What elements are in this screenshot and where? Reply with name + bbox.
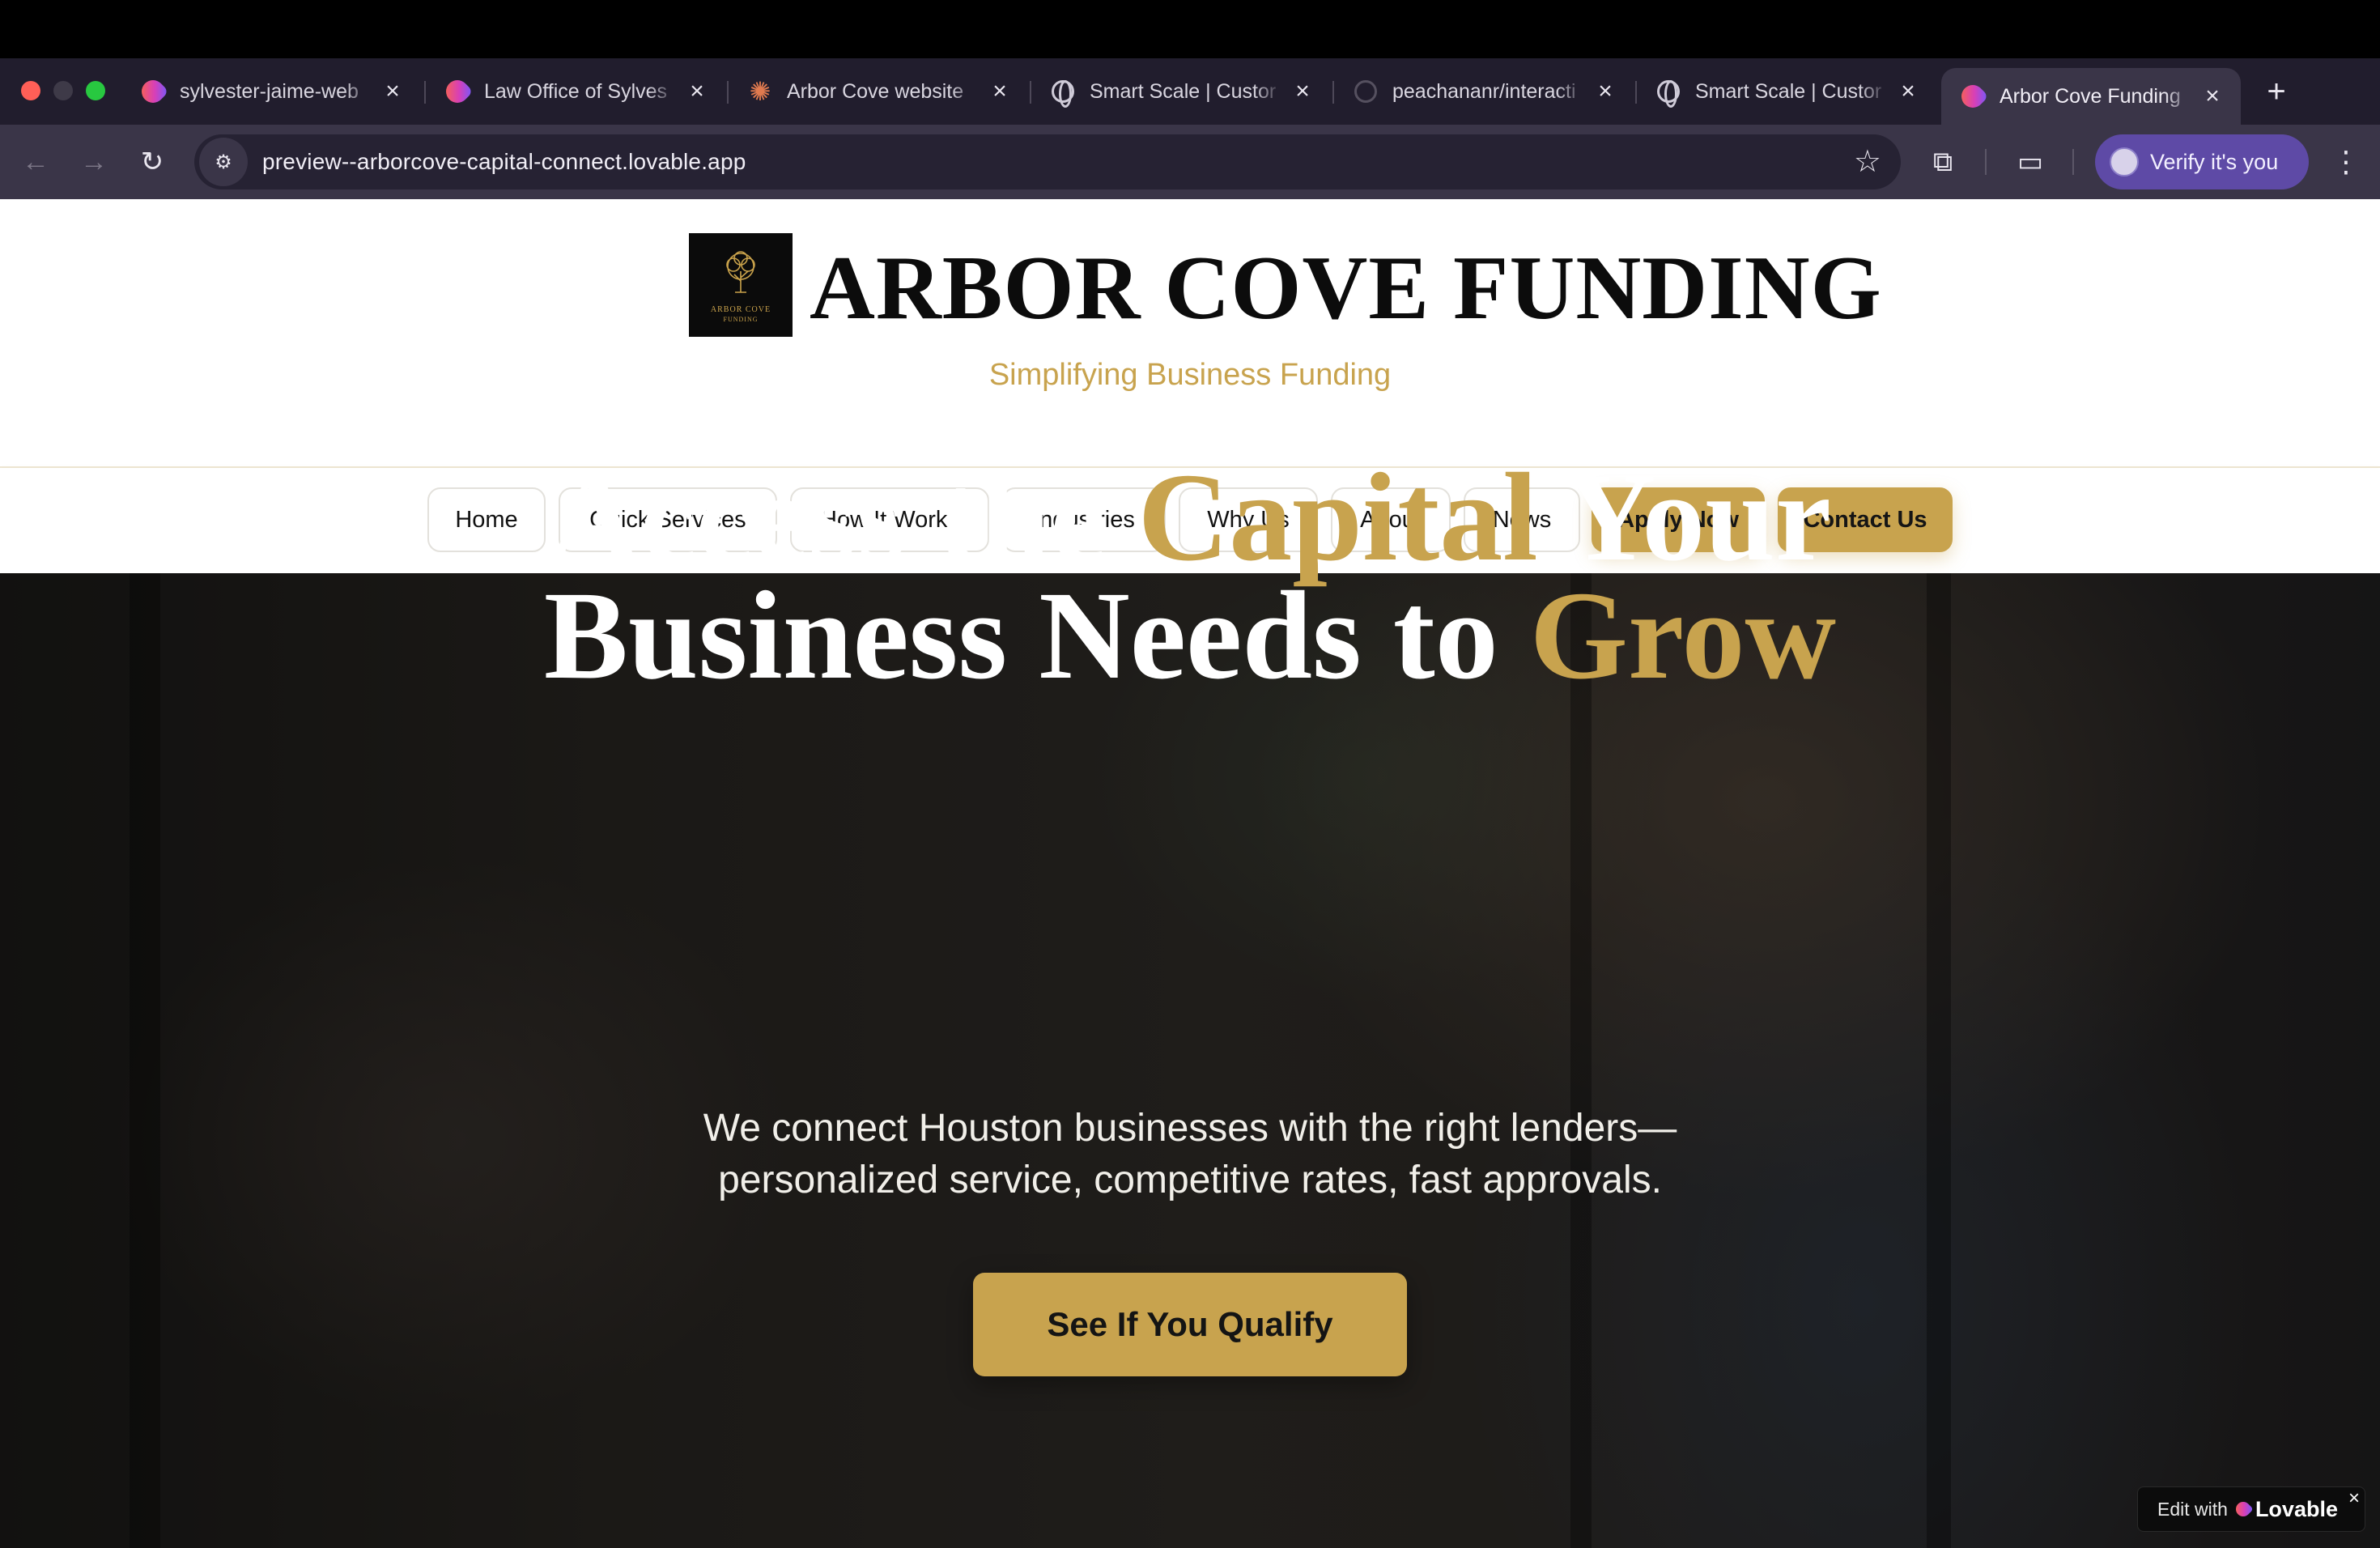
screen-top-strip xyxy=(0,0,2380,58)
globe-icon xyxy=(1656,79,1681,108)
lovable-heart-icon xyxy=(441,75,474,108)
profile-verify-button[interactable]: Verify it's you xyxy=(2095,134,2309,189)
browser-tab[interactable]: ✺ Arbor Cove website × xyxy=(729,68,1028,115)
forward-arrow-icon[interactable]: → xyxy=(74,142,113,181)
tab-title: Smart Scale | Custor xyxy=(1090,79,1277,103)
site-header: ARBOR COVE FUNDING ARBOR COVE FUNDING Si… xyxy=(0,199,2380,466)
lovable-heart-icon xyxy=(137,75,169,108)
logo-subtext: FUNDING xyxy=(723,316,759,323)
badge-close-icon[interactable]: × xyxy=(2348,1489,2360,1508)
bookmark-star-icon[interactable]: ☆ xyxy=(1854,144,1881,180)
browser-menu-icon[interactable]: ⋮ xyxy=(2331,142,2361,181)
profile-verify-label: Verify it's you xyxy=(2150,149,2279,174)
logo-text: ARBOR COVE xyxy=(710,305,771,314)
browser-tab[interactable]: Law Office of Sylves × xyxy=(426,68,725,115)
window-zoom-button[interactable] xyxy=(86,81,105,100)
tab-title: Law Office of Sylves xyxy=(484,79,668,103)
hero-heading-text: Business Needs to xyxy=(543,565,1530,705)
browser-tab[interactable]: sylvester-jaime-web × xyxy=(121,68,421,115)
claude-spark-icon: ✺ xyxy=(749,77,771,106)
browser-tab[interactable]: Smart Scale | Custor × xyxy=(1031,68,1331,115)
toolbar-separator xyxy=(2072,149,2074,175)
hero-heading: Access the Capital Your Business Needs t… xyxy=(0,454,2380,699)
badge-brand: Lovable xyxy=(2255,1496,2338,1521)
brand-tagline: Simplifying Business Funding xyxy=(988,358,1392,392)
extensions-puzzle-icon[interactable]: ⧉ xyxy=(1923,142,1962,181)
window-close-button[interactable] xyxy=(21,81,40,100)
tab-close-icon[interactable]: × xyxy=(1593,79,1617,104)
lovable-heart-icon xyxy=(1957,80,1989,113)
tab-close-icon[interactable]: × xyxy=(1896,79,1920,104)
tab-close-icon[interactable]: × xyxy=(380,79,405,104)
hero-subtitle-line: personalized service, competitive rates,… xyxy=(718,1159,1662,1201)
tab-title: sylvester-jaime-web xyxy=(180,79,359,103)
tab-title: Smart Scale | Custor xyxy=(1695,79,1882,103)
address-bar[interactable]: ⚙ preview--arborcove-capital-connect.lov… xyxy=(194,134,1901,189)
badge-prefix: Edit with xyxy=(2157,1498,2228,1520)
tab-close-icon[interactable]: × xyxy=(988,79,1012,104)
tree-logo-icon xyxy=(726,251,755,293)
see-if-you-qualify-button[interactable]: See If You Qualify xyxy=(973,1273,1407,1376)
tab-title: Arbor Cove Funding xyxy=(2000,84,2181,108)
url-text: preview--arborcove-capital-connect.lovab… xyxy=(262,149,746,174)
toolbar-separator xyxy=(1985,149,1987,175)
edit-with-lovable-badge[interactable]: Edit with Lovable × xyxy=(2137,1486,2365,1532)
hero-subtitle-line: We connect Houston businesses with the r… xyxy=(703,1107,1677,1150)
brand-name: ARBOR COVE FUNDING xyxy=(810,238,1882,338)
browser-tab[interactable]: peachananr/interacti × xyxy=(1334,68,1634,115)
hero-heading-highlight: Grow xyxy=(1529,565,1837,705)
browser-tab-active[interactable]: Arbor Cove Funding × xyxy=(1941,68,2241,125)
site-settings-icon[interactable]: ⚙ xyxy=(199,138,248,186)
browser-tab[interactable]: Smart Scale | Custor × xyxy=(1637,68,1936,115)
site-logo[interactable]: ARBOR COVE FUNDING xyxy=(689,233,793,337)
back-arrow-icon[interactable]: ← xyxy=(16,142,55,181)
window-minimize-button[interactable] xyxy=(53,81,73,100)
tab-close-icon[interactable]: × xyxy=(1290,79,1315,104)
tab-close-icon[interactable]: × xyxy=(685,79,709,104)
globe-icon xyxy=(1051,79,1075,108)
new-tab-plus-icon[interactable]: + xyxy=(2257,73,2296,112)
hero-overlay xyxy=(0,573,2380,1548)
hero-section xyxy=(0,573,2380,1548)
github-icon xyxy=(1354,79,1378,104)
avatar xyxy=(2110,147,2139,176)
tab-title: peachananr/interacti xyxy=(1392,79,1576,103)
tab-title: Arbor Cove website xyxy=(787,79,964,103)
tab-search-icon[interactable]: ▭ xyxy=(2011,142,2050,181)
hero-subtitle: We connect Houston businesses with the r… xyxy=(0,1103,2380,1206)
lovable-heart-icon xyxy=(2233,1499,2254,1520)
reload-icon[interactable]: ↻ xyxy=(133,142,172,181)
tab-close-icon[interactable]: × xyxy=(2200,84,2225,108)
